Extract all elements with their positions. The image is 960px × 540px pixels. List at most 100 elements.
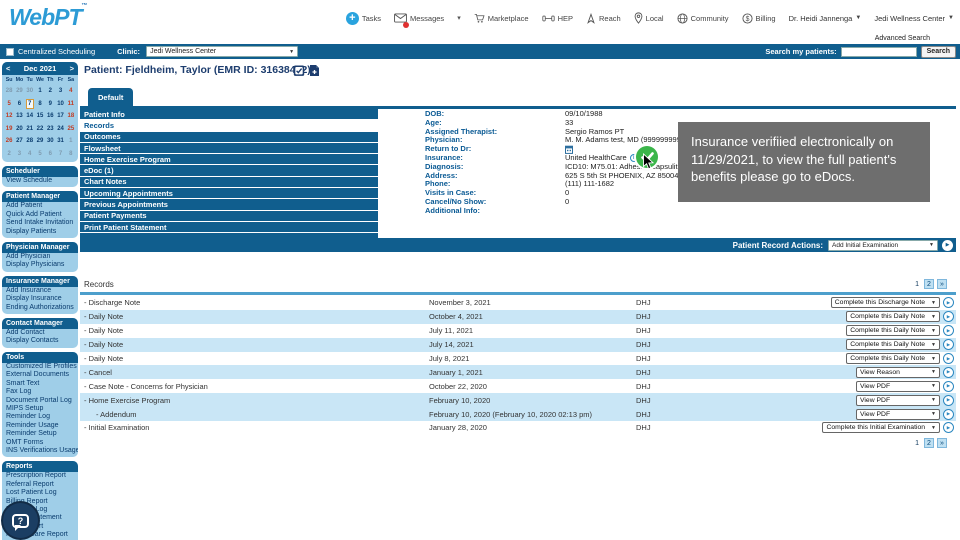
page-button-2[interactable]: 2 xyxy=(924,438,934,448)
help-button[interactable]: ? xyxy=(3,503,38,538)
tab-default[interactable]: Default xyxy=(88,88,133,106)
patient-menu-edoc-1[interactable]: eDoc (1) xyxy=(80,165,378,175)
calendar-day[interactable]: 12 xyxy=(4,110,14,123)
calendar-day[interactable]: 8 xyxy=(35,98,45,111)
user-menu[interactable]: Dr. Heidi Jannenga▼ xyxy=(789,14,862,23)
nav-tasks[interactable]: +Tasks xyxy=(346,12,381,25)
calendar-day[interactable]: 19 xyxy=(4,123,14,136)
calendar-day[interactable]: 27 xyxy=(14,135,24,148)
sidebar-item-display-insurance[interactable]: Display Insurance xyxy=(2,295,78,303)
calendar-day[interactable]: 5 xyxy=(4,98,14,111)
record-action-select[interactable]: View Reason▼ xyxy=(856,367,940,378)
patient-menu-home-exercise-program[interactable]: Home Exercise Program xyxy=(80,154,378,164)
calendar-day[interactable]: 28 xyxy=(4,85,14,98)
calendar-day[interactable]: 6 xyxy=(45,148,55,161)
calendar-day[interactable]: 8 xyxy=(66,148,76,161)
messages-dropdown-caret-icon[interactable]: ▾ xyxy=(457,14,461,22)
calendar-day[interactable]: 13 xyxy=(14,110,24,123)
search-input[interactable] xyxy=(841,47,917,57)
sidebar-item-quick-add-patient[interactable]: Quick Add Patient xyxy=(2,211,78,219)
sidebar-item-add-physician[interactable]: Add Physician xyxy=(2,253,78,261)
calendar-day[interactable]: 25 xyxy=(66,123,76,136)
add-document-icon[interactable] xyxy=(309,64,320,82)
sidebar-item-prescription-report[interactable]: Prescription Report xyxy=(2,472,78,480)
calendar-day[interactable]: 30 xyxy=(45,135,55,148)
patient-record-actions-select[interactable]: Add Initial Examination▼ xyxy=(828,240,938,251)
record-action-select[interactable]: View PDF▼ xyxy=(856,395,940,406)
record-go-button[interactable]: ▶ xyxy=(943,381,954,392)
patient-menu-flowsheet[interactable]: Flowsheet xyxy=(80,143,378,153)
patient-menu-upcoming-appointments[interactable]: Upcoming Appointments xyxy=(80,188,378,198)
calendar-day[interactable]: 17 xyxy=(55,110,65,123)
record-go-button[interactable]: ▶ xyxy=(943,297,954,308)
calendar-day[interactable]: 14 xyxy=(25,110,35,123)
sidebar-item-fax-log[interactable]: Fax Log xyxy=(2,388,78,396)
page-button-2[interactable]: 2 xyxy=(924,279,934,289)
calendar-day[interactable]: 2 xyxy=(4,148,14,161)
calendar-day[interactable]: 3 xyxy=(14,148,24,161)
record-go-button[interactable]: ▶ xyxy=(943,422,954,433)
nav-billing[interactable]: $Billing xyxy=(742,13,776,24)
clinic-menu[interactable]: Jedi Wellness Center▼ xyxy=(874,14,954,23)
sidebar-item-reminder-log[interactable]: Reminder Log xyxy=(2,413,78,421)
calendar-day[interactable]: 29 xyxy=(35,135,45,148)
patient-menu-outcomes[interactable]: Outcomes xyxy=(80,132,378,142)
calendar-day[interactable]: 26 xyxy=(4,135,14,148)
calendar-day[interactable]: 18 xyxy=(66,110,76,123)
sidebar-item-omt-forms[interactable]: OMT Forms xyxy=(2,439,78,447)
calendar-day[interactable]: 10 xyxy=(55,98,65,111)
record-go-button[interactable]: ▶ xyxy=(943,353,954,364)
calendar-day[interactable]: 3 xyxy=(55,85,65,98)
record-go-button[interactable]: ▶ xyxy=(943,395,954,406)
sidebar-item-customized-ie-profiles[interactable]: Customized IE Profiles xyxy=(2,363,78,371)
sidebar-item-display-contacts[interactable]: Display Contacts xyxy=(2,337,78,345)
patient-menu-patient-info[interactable]: Patient Info xyxy=(80,109,378,119)
patient-menu-previous-appointments[interactable]: Previous Appointments xyxy=(80,199,378,209)
sidebar-item-add-contact[interactable]: Add Contact xyxy=(2,329,78,337)
calendar-next-button[interactable]: > xyxy=(70,64,74,73)
calendar-day[interactable]: 23 xyxy=(45,123,55,136)
calendar-day[interactable]: 5 xyxy=(35,148,45,161)
record-action-select[interactable]: Complete this Discharge Note▼ xyxy=(831,297,940,308)
nav-messages[interactable]: Messages xyxy=(394,13,444,23)
record-action-select[interactable]: Complete this Daily Note▼ xyxy=(846,311,940,322)
clinic-select[interactable]: Jedi Wellness Center▼ xyxy=(146,46,298,57)
calendar-day[interactable]: 11 xyxy=(66,98,76,111)
sidebar-item-display-physicians[interactable]: Display Physicians xyxy=(2,261,78,269)
nav-hep[interactable]: HEP xyxy=(542,14,573,23)
record-go-button[interactable]: ▶ xyxy=(943,325,954,336)
record-go-button[interactable]: ▶ xyxy=(943,311,954,322)
sidebar-item-document-portal-log[interactable]: Document Portal Log xyxy=(2,397,78,405)
sidebar-item-ins-verifications-usage[interactable]: INS Verifications Usage xyxy=(2,447,78,455)
actions-go-button[interactable]: ▶ xyxy=(942,240,953,251)
calendar-day[interactable]: 16 xyxy=(45,110,55,123)
calendar-day[interactable]: 29 xyxy=(14,85,24,98)
sidebar-item-add-insurance[interactable]: Add Insurance xyxy=(2,287,78,295)
calendar-prev-button[interactable]: < xyxy=(6,64,10,73)
nav-community[interactable]: Community xyxy=(677,13,729,24)
calendar-day[interactable]: 9 xyxy=(45,98,55,111)
calendar-day[interactable]: 7 xyxy=(25,98,35,111)
sidebar-item-view-schedule[interactable]: View Schedule xyxy=(2,177,78,185)
nav-local[interactable]: Local xyxy=(634,12,664,24)
calendar-day[interactable]: 1 xyxy=(35,85,45,98)
patient-menu-print-patient-statement[interactable]: Print Patient Statement xyxy=(80,222,378,232)
calendar-day[interactable]: 21 xyxy=(25,123,35,136)
sidebar-item-ending-authorizations[interactable]: Ending Authorizations xyxy=(2,304,78,312)
sidebar-item-referral-report[interactable]: Referral Report xyxy=(2,481,78,489)
patient-menu-records[interactable]: Records xyxy=(80,120,378,130)
sidebar-item-reminder-usage[interactable]: Reminder Usage xyxy=(2,422,78,430)
advanced-search-link[interactable]: Advanced Search xyxy=(875,35,930,42)
record-action-select[interactable]: View PDF▼ xyxy=(856,381,940,392)
nav-reach[interactable]: Reach xyxy=(586,13,621,24)
sidebar-item-lost-patient-log[interactable]: Lost Patient Log xyxy=(2,489,78,497)
webpt-logo[interactable]: WebPT™ xyxy=(9,3,88,31)
calendar-day[interactable]: 15 xyxy=(35,110,45,123)
sidebar-item-display-patients[interactable]: Display Patients xyxy=(2,228,78,236)
calendar-day[interactable]: 6 xyxy=(14,98,24,111)
record-action-select[interactable]: Complete this Daily Note▼ xyxy=(846,325,940,336)
record-go-button[interactable]: ▶ xyxy=(943,339,954,350)
calendar-day[interactable]: 24 xyxy=(55,123,65,136)
record-action-select[interactable]: Complete this Daily Note▼ xyxy=(846,353,940,364)
calendar-day[interactable]: 4 xyxy=(66,85,76,98)
